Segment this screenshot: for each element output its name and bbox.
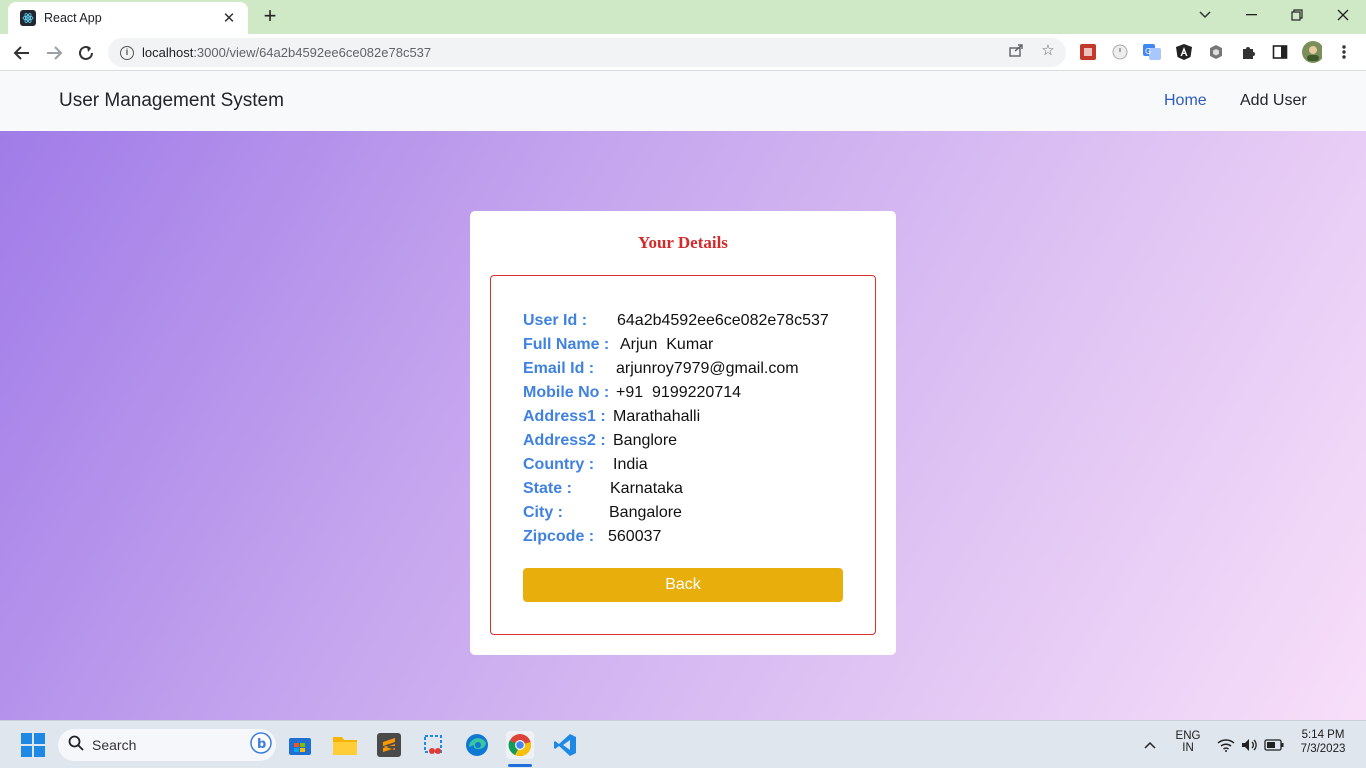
detail-value: Karnataka bbox=[610, 480, 683, 497]
tab-close-icon[interactable]: ✕ bbox=[220, 9, 238, 27]
detail-value: Arjun Kumar bbox=[620, 336, 714, 353]
snipping-tool-icon[interactable] bbox=[420, 731, 448, 759]
language-indicator[interactable]: ENG IN bbox=[1170, 730, 1206, 762]
detail-label: Zipcode : bbox=[523, 528, 595, 545]
taskbar-search-input[interactable]: Search b bbox=[58, 729, 276, 761]
detail-value: Marathahalli bbox=[613, 408, 701, 425]
detail-value: India bbox=[613, 456, 648, 473]
clock-date: 7/3/2023 bbox=[1300, 743, 1346, 755]
detail-label: Full Name : bbox=[523, 336, 610, 353]
detail-label: State : bbox=[523, 480, 572, 497]
back-arrow-icon[interactable] bbox=[9, 40, 35, 66]
browser-tab-strip: React App ✕ + bbox=[0, 0, 1366, 34]
navbar-brand[interactable]: User Management System bbox=[59, 90, 284, 112]
tab-search-chevron-icon[interactable] bbox=[1182, 0, 1228, 30]
angular-devtools-icon[interactable] bbox=[1174, 42, 1194, 62]
url-path: :3000/view/64a2b4592ee6ce082e78c537 bbox=[193, 45, 432, 60]
detail-value: arjunroy7979@gmail.com bbox=[616, 360, 799, 377]
card-title: Your Details bbox=[638, 233, 728, 252]
browser-toolbar: i localhost:3000/view/64a2b4592ee6ce082e… bbox=[0, 34, 1366, 71]
region-code: IN bbox=[1182, 742, 1194, 754]
active-app-indicator bbox=[508, 764, 532, 767]
search-placeholder: Search bbox=[92, 737, 137, 753]
detail-value: 560037 bbox=[608, 528, 662, 545]
svg-text:G: G bbox=[1145, 47, 1151, 56]
svg-text:b: b bbox=[257, 737, 266, 752]
main-content: Your Details User Id : 64a2b4592ee6ce082… bbox=[0, 131, 1366, 720]
extension-shield-icon[interactable] bbox=[1206, 42, 1226, 62]
google-translate-icon[interactable]: G bbox=[1142, 42, 1162, 62]
sublime-text-icon[interactable] bbox=[375, 731, 403, 759]
profile-avatar[interactable] bbox=[1302, 41, 1322, 63]
windows-taskbar: Search b ENG IN 5:14 PM 7/3/2023 bbox=[0, 720, 1366, 768]
detail-label: Mobile No : bbox=[523, 384, 610, 401]
site-info-icon[interactable]: i bbox=[120, 45, 134, 60]
restore-icon[interactable] bbox=[1274, 0, 1320, 30]
back-button[interactable]: Back bbox=[523, 568, 843, 602]
clock[interactable]: 5:14 PM 7/3/2023 bbox=[1292, 729, 1354, 763]
tab-title: React App bbox=[44, 11, 102, 25]
minimize-icon[interactable] bbox=[1228, 0, 1274, 30]
bookmark-star-icon[interactable]: ☆ bbox=[1039, 41, 1057, 59]
bing-icon[interactable]: b bbox=[250, 731, 272, 759]
react-favicon-icon bbox=[20, 10, 36, 26]
show-hidden-icons-chevron-icon[interactable] bbox=[1136, 731, 1164, 759]
detail-value: Banglore bbox=[613, 432, 678, 449]
browser-menu-icon[interactable] bbox=[1334, 42, 1354, 62]
detail-label: Country : bbox=[523, 456, 595, 473]
detail-label: User Id : bbox=[523, 312, 588, 329]
nav-link-home[interactable]: Home bbox=[1164, 92, 1207, 110]
extensions-puzzle-icon[interactable] bbox=[1238, 42, 1258, 62]
detail-value: 64a2b4592ee6ce082e78c537 bbox=[617, 312, 829, 329]
close-window-icon[interactable] bbox=[1320, 0, 1366, 30]
new-tab-icon[interactable]: + bbox=[258, 5, 282, 29]
browser-tab[interactable]: React App ✕ bbox=[8, 2, 248, 34]
url-host: localhost bbox=[142, 45, 194, 60]
clock-time: 5:14 PM bbox=[1301, 729, 1345, 741]
address-bar[interactable]: i localhost:3000/view/64a2b4592ee6ce082e… bbox=[108, 38, 1066, 67]
forward-arrow-icon[interactable] bbox=[41, 40, 67, 66]
file-explorer-icon[interactable] bbox=[331, 731, 359, 759]
language-code: ENG bbox=[1175, 730, 1201, 742]
app-navbar: User Management System Home Add User bbox=[0, 71, 1366, 131]
side-panel-icon[interactable] bbox=[1270, 42, 1290, 62]
windows-start-icon[interactable] bbox=[19, 731, 47, 759]
share-icon[interactable] bbox=[1007, 41, 1025, 59]
detail-label: Email Id : bbox=[523, 360, 595, 377]
detail-label: City : bbox=[523, 504, 563, 521]
extension-timer-icon[interactable] bbox=[1110, 42, 1130, 62]
details-box: User Id : 64a2b4592ee6ce082e78c537 Full … bbox=[490, 275, 876, 635]
chrome-icon[interactable] bbox=[506, 731, 534, 759]
extension-red-icon[interactable] bbox=[1078, 42, 1098, 62]
search-icon bbox=[68, 735, 84, 756]
detail-value: +91 9199220714 bbox=[616, 384, 742, 401]
nav-link-add-user[interactable]: Add User bbox=[1240, 92, 1307, 110]
vscode-icon[interactable] bbox=[551, 731, 579, 759]
detail-value: Bangalore bbox=[609, 504, 682, 521]
details-card: Your Details User Id : 64a2b4592ee6ce082… bbox=[470, 211, 896, 655]
edge-browser-icon[interactable] bbox=[463, 731, 491, 759]
reload-icon[interactable] bbox=[73, 40, 99, 66]
microsoft-store-icon[interactable] bbox=[286, 731, 314, 759]
detail-label: Address2 : bbox=[523, 432, 606, 449]
battery-icon[interactable] bbox=[1260, 731, 1288, 759]
detail-label: Address1 : bbox=[523, 408, 606, 425]
